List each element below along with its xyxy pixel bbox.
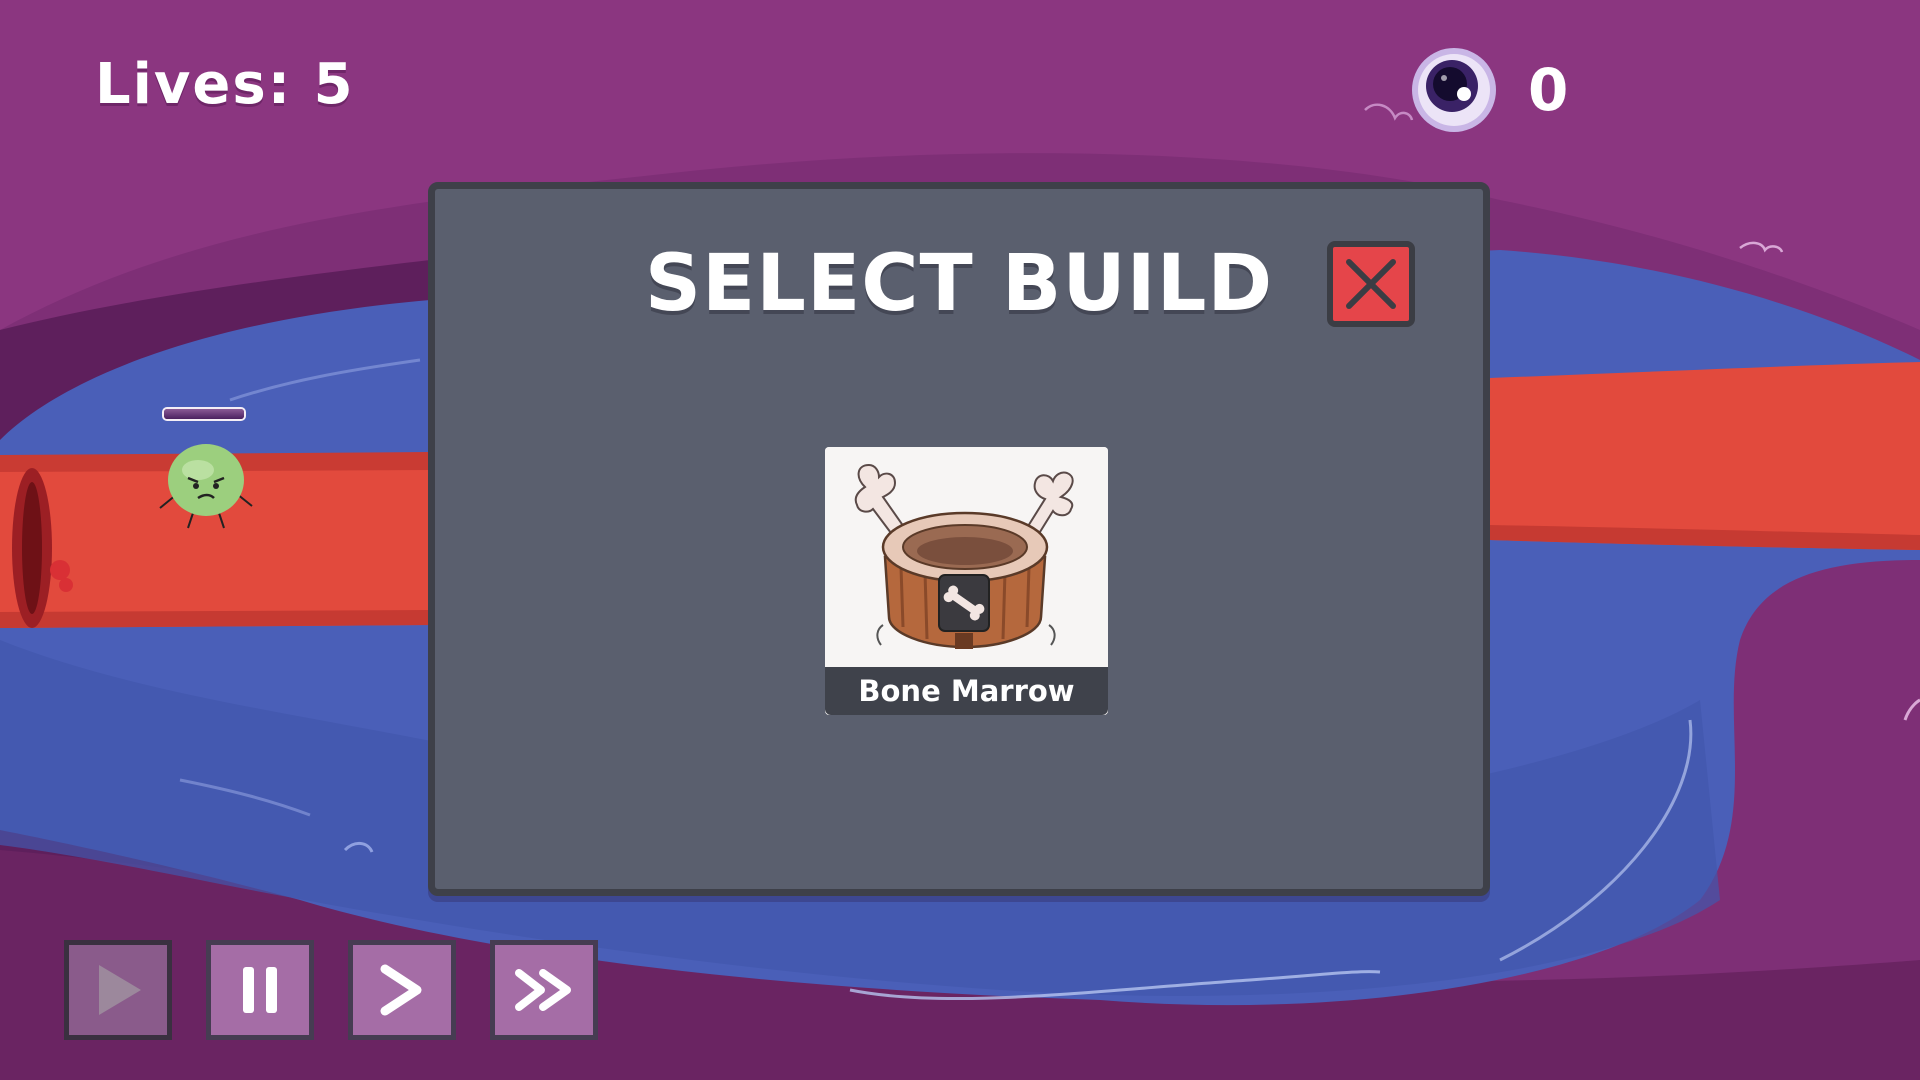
play-button[interactable]: [64, 940, 172, 1040]
close-button[interactable]: [1327, 241, 1415, 327]
bone-marrow-tower-icon: [825, 447, 1108, 669]
enemy-health-fill: [164, 409, 244, 419]
game-controls: [64, 940, 598, 1040]
select-build-modal: SELECT BUILD Bone Marrow: [428, 182, 1490, 896]
currency-display: 0: [1410, 45, 1568, 135]
eye-icon: [1412, 48, 1496, 132]
currency-value: 0: [1528, 56, 1569, 124]
pause-icon: [243, 967, 277, 1013]
enemy-germ: [159, 444, 253, 529]
speed-normal-button[interactable]: [348, 940, 456, 1040]
chevron-right-icon: [380, 964, 422, 1016]
modal-title: SELECT BUILD: [644, 239, 1274, 329]
lives-counter: Lives: 5: [95, 52, 355, 117]
pause-button[interactable]: [206, 940, 314, 1040]
double-chevron-right-icon: [515, 969, 571, 1011]
build-option-bone-marrow[interactable]: Bone Marrow: [825, 447, 1108, 715]
speed-fast-button[interactable]: [490, 940, 598, 1040]
close-icon: [1346, 259, 1396, 309]
build-option-label: Bone Marrow: [825, 667, 1108, 715]
play-icon: [99, 965, 141, 1015]
enemy-health-bar: [162, 407, 246, 421]
